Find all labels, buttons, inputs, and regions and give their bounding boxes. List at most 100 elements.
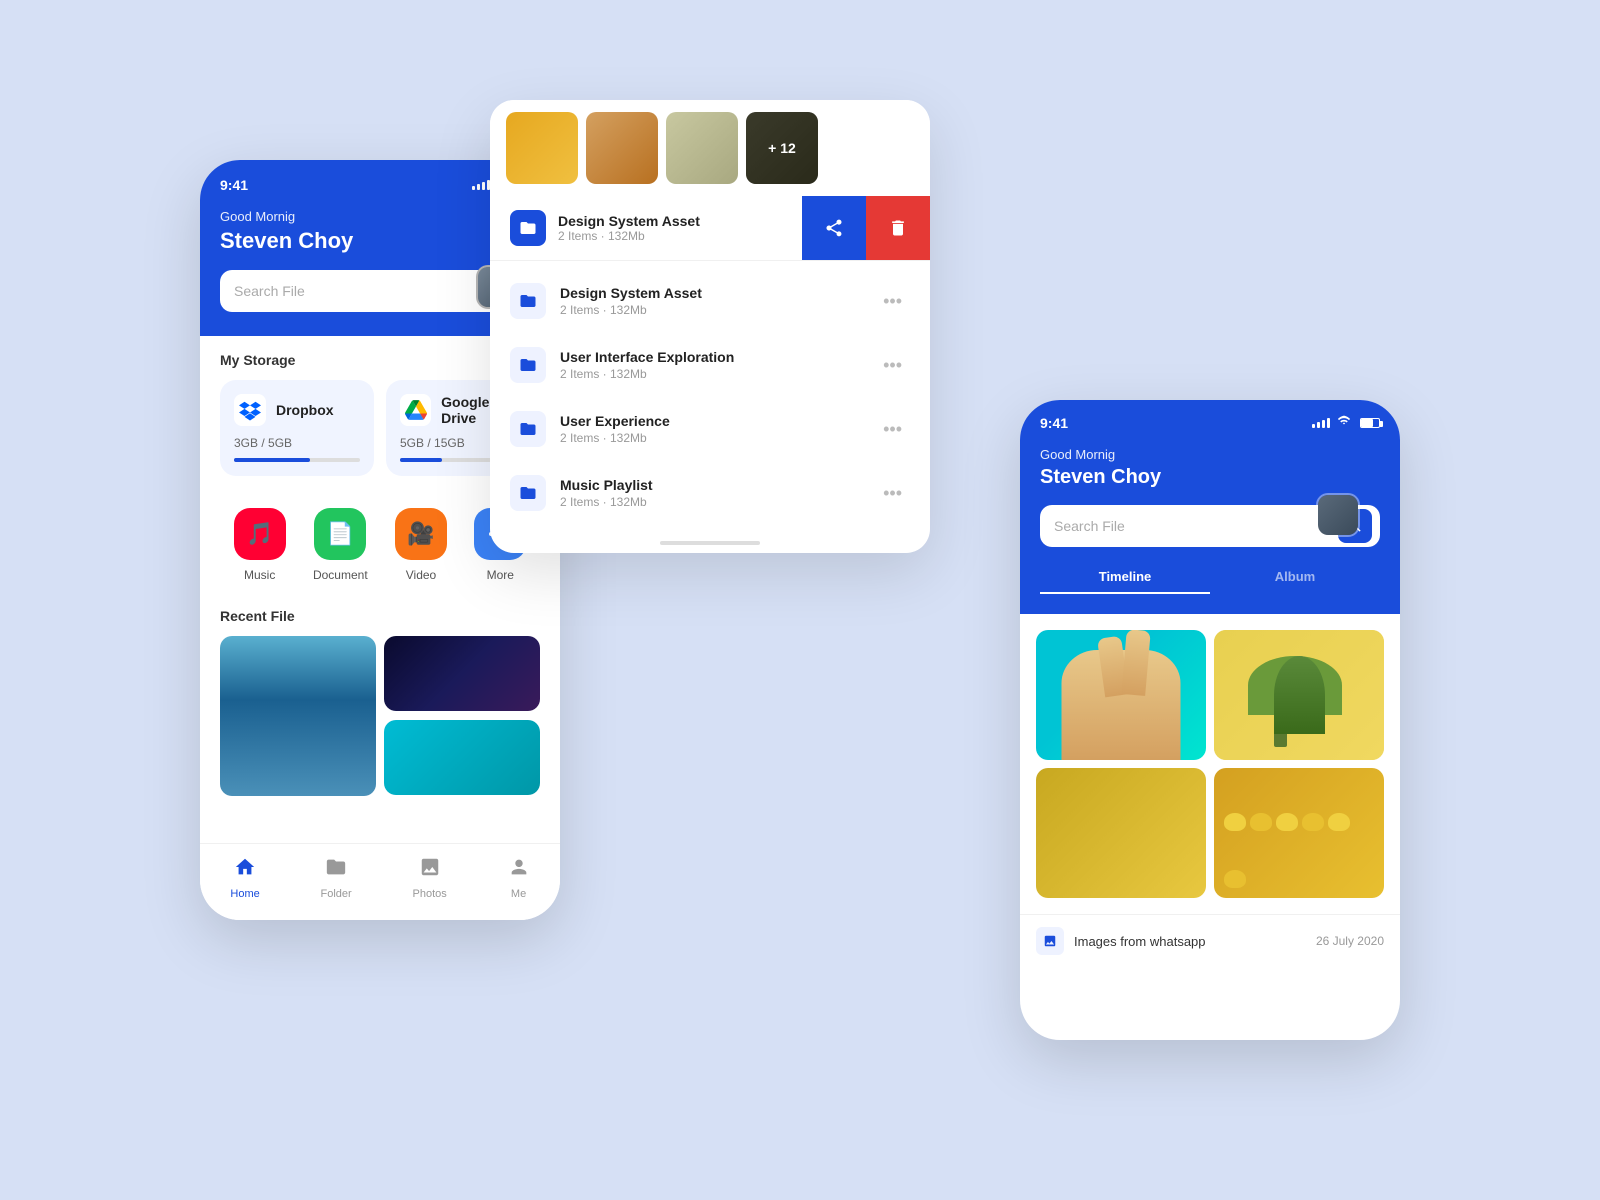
- photos-icon: [419, 856, 441, 884]
- folder-item-1[interactable]: User Interface Exploration 2 Items · 132…: [490, 333, 930, 397]
- photo-grid: [1036, 630, 1384, 898]
- folder-name-3: Music Playlist: [560, 477, 875, 493]
- action-video-label: Video: [406, 568, 436, 582]
- tab-timeline[interactable]: Timeline: [1040, 561, 1210, 594]
- recent-grid: [220, 636, 540, 796]
- folder-icon-0: [510, 283, 546, 319]
- phone2-header: 9:41 Good Morni: [1020, 400, 1400, 614]
- phone2-user-name: Steven Choy: [1040, 466, 1380, 489]
- recent-title: Recent File: [220, 608, 540, 624]
- bottom-nav: Home Folder Photos Me: [200, 843, 560, 920]
- phone2-status-time: 9:41: [1040, 415, 1068, 431]
- folder-item-2[interactable]: User Experience 2 Items · 132Mb •••: [490, 397, 930, 461]
- video-icon: 🎥: [395, 508, 447, 560]
- folder-icon-2: [510, 411, 546, 447]
- strip-image-3: [666, 112, 738, 184]
- phone2-search-placeholder: Search File: [1054, 518, 1330, 534]
- folder-icon-1: [510, 347, 546, 383]
- album-date: 26 July 2020: [1316, 934, 1384, 948]
- photo-section: [1020, 614, 1400, 914]
- plus-count: + 12: [768, 140, 796, 156]
- gdrive-logo: [400, 394, 431, 426]
- folder-item-0[interactable]: Design System Asset 2 Items · 132Mb •••: [490, 269, 930, 333]
- strip-image-2: [586, 112, 658, 184]
- folder-info-0: Design System Asset 2 Items · 132Mb: [560, 285, 875, 317]
- recent-files-section: Recent File: [200, 598, 560, 806]
- image-strip: + 12: [490, 100, 930, 196]
- context-folder-icon: [510, 210, 546, 246]
- dropbox-progress-bar: [234, 458, 360, 462]
- folder-meta-3: 2 Items · 132Mb: [560, 495, 875, 509]
- phone2-battery-icon: [1360, 418, 1380, 428]
- phone2-avatar: [1316, 493, 1360, 537]
- nav-home-label: Home: [230, 888, 259, 900]
- action-document-label: Document: [313, 568, 368, 582]
- album-footer: Images from whatsapp 26 July 2020: [1020, 914, 1400, 967]
- album-title: Images from whatsapp: [1074, 934, 1316, 949]
- action-video[interactable]: 🎥 Video: [395, 508, 447, 582]
- scroll-indicator: [490, 533, 930, 553]
- document-icon: 📄: [314, 508, 366, 560]
- action-more-label: More: [487, 568, 514, 582]
- folder-name-1: User Interface Exploration: [560, 349, 875, 365]
- photo-plant[interactable]: [1214, 630, 1384, 760]
- status-time: 9:41: [220, 177, 248, 193]
- home-icon: [234, 856, 256, 884]
- recent-file-mountain[interactable]: [220, 636, 376, 796]
- dropbox-card[interactable]: Dropbox 3GB / 5GB: [220, 380, 374, 476]
- signal-icon: [472, 180, 490, 190]
- gdrive-progress-fill: [400, 458, 442, 462]
- strip-image-more: + 12: [746, 112, 818, 184]
- folder-item-3[interactable]: Music Playlist 2 Items · 132Mb •••: [490, 461, 930, 525]
- phone2: 9:41 Good Morni: [1020, 400, 1400, 1040]
- phone2-wifi-icon: [1337, 414, 1351, 431]
- delete-button[interactable]: [866, 196, 930, 260]
- phone2-status-bar: 9:41: [1040, 414, 1380, 431]
- folder-icon-3: [510, 475, 546, 511]
- context-menu-row: Design System Asset 2 Items · 132Mb •••: [490, 196, 930, 261]
- photo-hand[interactable]: [1036, 630, 1206, 760]
- phone2-tabs: Timeline Album: [1040, 561, 1380, 594]
- search-placeholder: Search File: [234, 283, 490, 299]
- folder-info-2: User Experience 2 Items · 132Mb: [560, 413, 875, 445]
- nav-folder[interactable]: Folder: [321, 856, 352, 900]
- folder-dots-2[interactable]: •••: [875, 415, 910, 444]
- folder-panel: + 12 Design System Asset 2 Items · 132Mb…: [490, 100, 930, 553]
- photo-yellow[interactable]: [1036, 768, 1206, 898]
- dropbox-name: Dropbox: [276, 402, 334, 418]
- nav-photos[interactable]: Photos: [413, 856, 447, 900]
- recent-file-space[interactable]: [384, 636, 540, 711]
- phone2-status-icons: [1312, 414, 1380, 431]
- folder-nav-icon: [325, 856, 347, 884]
- share-button[interactable]: [802, 196, 866, 260]
- action-document[interactable]: 📄 Document: [313, 508, 368, 582]
- folder-list: Design System Asset 2 Items · 132Mb ••• …: [490, 261, 930, 533]
- scroll-thumb: [660, 541, 760, 545]
- phone2-signal-icon: [1312, 418, 1330, 428]
- tab-album[interactable]: Album: [1210, 561, 1380, 594]
- action-music[interactable]: 🎵 Music: [234, 508, 286, 582]
- nav-me[interactable]: Me: [508, 856, 530, 900]
- folder-meta-2: 2 Items · 132Mb: [560, 431, 875, 445]
- action-music-label: Music: [244, 568, 275, 582]
- recent-file-teal[interactable]: [384, 720, 540, 795]
- folder-meta-0: 2 Items · 132Mb: [560, 303, 875, 317]
- folder-name-2: User Experience: [560, 413, 875, 429]
- dropbox-size: 3GB / 5GB: [234, 436, 360, 450]
- album-icon: [1036, 927, 1064, 955]
- folder-meta-1: 2 Items · 132Mb: [560, 367, 875, 381]
- folder-info-3: Music Playlist 2 Items · 132Mb: [560, 477, 875, 509]
- nav-me-label: Me: [511, 888, 526, 900]
- photo-ducks[interactable]: [1214, 768, 1384, 898]
- folder-dots-1[interactable]: •••: [875, 351, 910, 380]
- nav-home[interactable]: Home: [230, 856, 259, 900]
- music-icon: 🎵: [234, 508, 286, 560]
- folder-dots-0[interactable]: •••: [875, 287, 910, 316]
- me-icon: [508, 856, 530, 884]
- context-actions: [802, 196, 930, 260]
- folder-dots-3[interactable]: •••: [875, 479, 910, 508]
- dropbox-progress-fill: [234, 458, 310, 462]
- dropbox-logo: [234, 394, 266, 426]
- strip-image-1: [506, 112, 578, 184]
- nav-folder-label: Folder: [321, 888, 352, 900]
